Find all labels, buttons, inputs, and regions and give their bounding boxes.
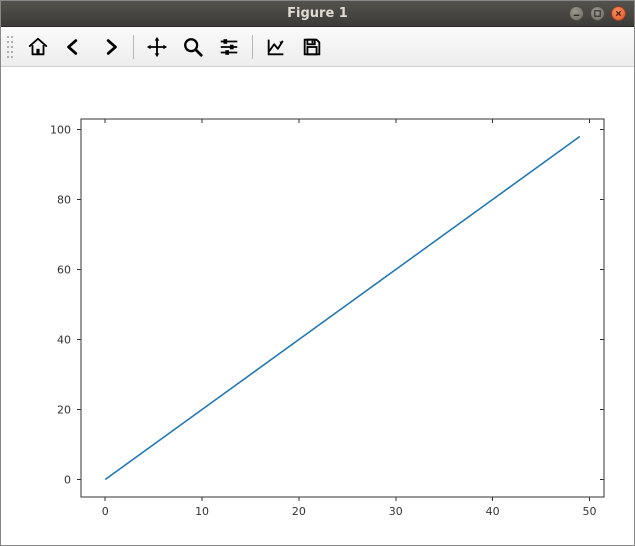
axes-button[interactable] [259,31,293,63]
zoom-button[interactable] [176,31,210,63]
toolbar-grip [7,34,15,60]
forward-button[interactable] [93,31,127,63]
svg-text:50: 50 [582,505,596,518]
plot-area[interactable]: 0 10 20 30 40 50 0 20 40 60 80 100 [1,67,634,545]
back-icon [63,36,85,58]
toolbar-separator [133,35,134,59]
svg-text:40: 40 [486,505,500,518]
forward-icon [99,36,121,58]
pan-button[interactable] [140,31,174,63]
window-title: Figure 1 [1,6,634,21]
home-icon [27,36,49,58]
maximize-button[interactable] [590,6,605,21]
titlebar: Figure 1 [1,1,634,27]
home-button[interactable] [21,31,55,63]
pan-icon [146,36,168,58]
svg-text:80: 80 [57,194,71,207]
minimize-button[interactable] [569,6,584,21]
toolbar [1,27,634,67]
zoom-icon [182,36,204,58]
svg-text:30: 30 [389,505,403,518]
svg-text:20: 20 [57,404,71,417]
window-controls [569,6,634,21]
subplots-button[interactable] [212,31,246,63]
axes-icon [265,36,287,58]
svg-text:10: 10 [195,505,209,518]
back-button[interactable] [57,31,91,63]
svg-text:40: 40 [57,334,71,347]
svg-text:0: 0 [102,505,109,518]
svg-text:60: 60 [57,264,71,277]
figure-window: Figure 1 [0,0,635,546]
save-icon [301,36,323,58]
close-button[interactable] [611,6,626,21]
svg-text:100: 100 [50,124,71,137]
subplots-icon [218,36,240,58]
toolbar-separator [252,35,253,59]
chart-canvas: 0 10 20 30 40 50 0 20 40 60 80 100 [1,67,634,545]
svg-text:0: 0 [64,474,71,487]
save-button[interactable] [295,31,329,63]
svg-text:20: 20 [292,505,306,518]
